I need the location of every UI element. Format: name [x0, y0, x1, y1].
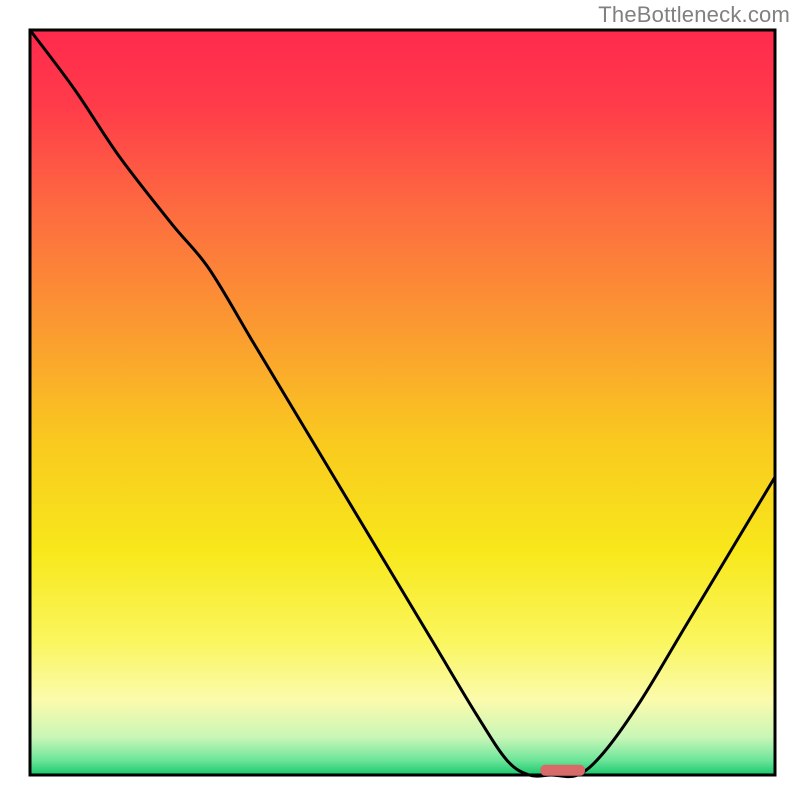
optimal-range-marker [540, 765, 585, 776]
watermark-text: TheBottleneck.com [598, 2, 790, 28]
bottleneck-chart: TheBottleneck.com [0, 0, 800, 800]
chart-canvas [0, 0, 800, 800]
